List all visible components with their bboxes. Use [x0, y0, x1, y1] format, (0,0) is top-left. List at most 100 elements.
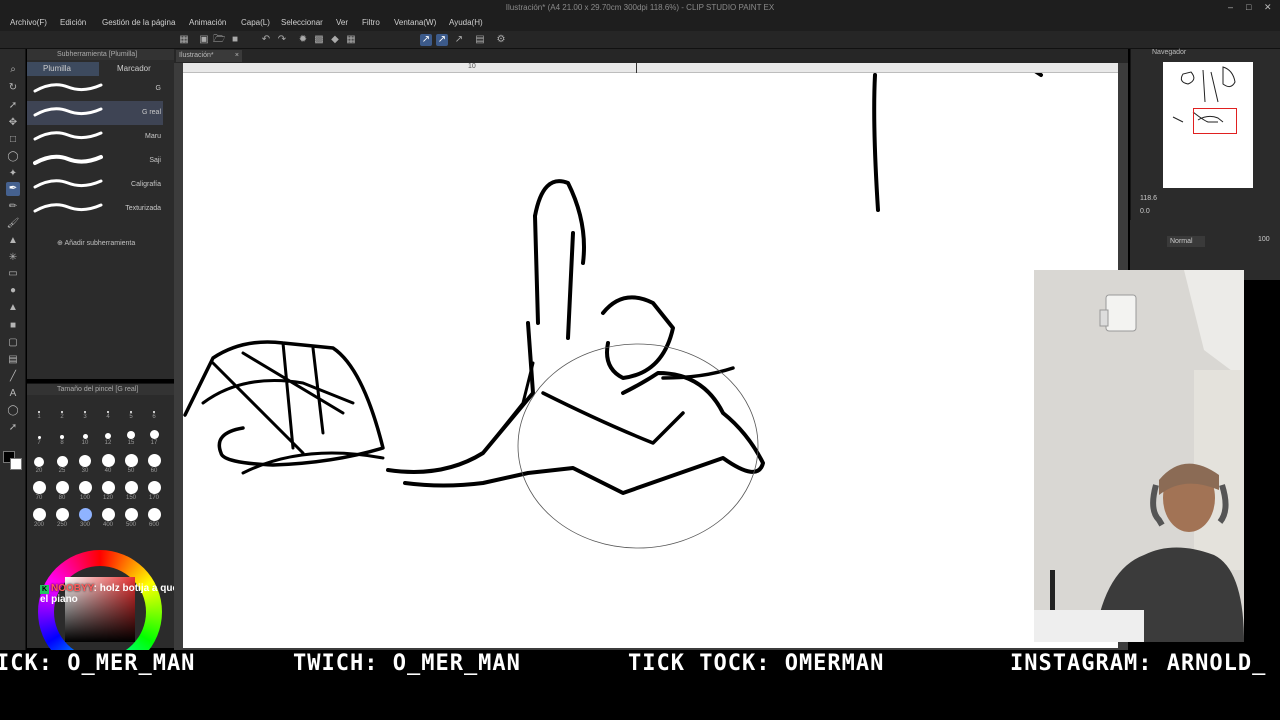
- brush-name: Texturizada: [125, 205, 161, 212]
- blend-mode-select[interactable]: Normal: [1167, 236, 1205, 247]
- fill-tool-icon[interactable]: ▲: [6, 301, 20, 315]
- operation-tool-icon[interactable]: ➚: [6, 99, 20, 113]
- rotation-value[interactable]: 0.0: [1140, 208, 1150, 215]
- brush-size-option[interactable]: 20: [28, 454, 50, 474]
- brush-size-option[interactable]: 7: [28, 426, 50, 446]
- brush-size-option[interactable]: 30: [74, 454, 96, 474]
- brush-size-option[interactable]: 3: [74, 400, 96, 420]
- lasso-tool-icon[interactable]: ◯: [6, 150, 20, 164]
- close-icon[interactable]: ✕: [1264, 2, 1272, 13]
- move-layer-tool-icon[interactable]: ✥: [6, 116, 20, 130]
- add-subtool-button[interactable]: ⊕ Añadir subherramienta: [57, 239, 135, 247]
- brush-size-option[interactable]: 170: [143, 481, 165, 501]
- snap-grid-icon[interactable]: ↗: [453, 34, 465, 46]
- pencil-tool-icon[interactable]: ✏: [6, 200, 20, 214]
- brush-item-caligrafia[interactable]: Caligrafía: [27, 173, 163, 197]
- brush-size-option[interactable]: 15: [120, 426, 142, 446]
- brush-size-option[interactable]: 600: [143, 508, 165, 528]
- tab-plumilla[interactable]: Plumilla: [27, 62, 99, 76]
- brush-size-option[interactable]: 10: [74, 426, 96, 446]
- airbrush-tool-icon[interactable]: ▲: [6, 234, 20, 248]
- minimize-icon[interactable]: –: [1228, 2, 1233, 12]
- selection-tool-icon[interactable]: □: [6, 133, 20, 147]
- menu-filtro[interactable]: Filtro: [362, 18, 380, 27]
- brush-size-option[interactable]: 400: [97, 508, 119, 528]
- redo-icon[interactable]: ↷: [276, 34, 288, 46]
- menu-ver[interactable]: Ver: [336, 18, 348, 27]
- brush-size-option[interactable]: 70: [28, 481, 50, 501]
- brush-size-option[interactable]: 300: [74, 508, 96, 528]
- close-tab-icon[interactable]: ×: [235, 50, 239, 62]
- undo-icon[interactable]: ↶: [260, 34, 272, 46]
- brush-size-option[interactable]: 100: [74, 481, 96, 501]
- zoom-tool-icon[interactable]: ⌕: [6, 63, 20, 77]
- brush-size-option[interactable]: 8: [51, 426, 73, 446]
- pen-tool-icon[interactable]: ✒: [6, 182, 20, 196]
- decoration-tool-icon[interactable]: ✳: [6, 251, 20, 265]
- frame-tool-icon[interactable]: ▤: [6, 353, 20, 367]
- brush-size-option[interactable]: 200: [28, 508, 50, 528]
- brush-size-option[interactable]: 1: [28, 400, 50, 420]
- blend-tool-icon[interactable]: ●: [6, 284, 20, 298]
- brush-size-option[interactable]: 50: [120, 454, 142, 474]
- save-icon[interactable]: ■: [229, 34, 241, 46]
- clear-icon[interactable]: ✹: [297, 34, 309, 46]
- menu-archivo[interactable]: Archivo(F): [10, 18, 47, 27]
- brush-size-option[interactable]: 12: [97, 426, 119, 446]
- maximize-icon[interactable]: □: [1246, 2, 1251, 12]
- snap-ruler-icon[interactable]: ↗: [420, 34, 432, 46]
- brush-tool-icon[interactable]: 🖌: [6, 217, 20, 231]
- magic-wand-tool-icon[interactable]: ✦: [6, 167, 20, 181]
- brush-size-option[interactable]: 60: [143, 454, 165, 474]
- brush-size-option[interactable]: 500: [120, 508, 142, 528]
- brush-item-g[interactable]: G: [27, 77, 163, 101]
- menu-capa[interactable]: Capa(L): [241, 18, 270, 27]
- brush-item-maru[interactable]: Maru: [27, 125, 163, 149]
- text-tool-icon[interactable]: A: [6, 387, 20, 401]
- layer-opacity[interactable]: 100: [1258, 236, 1270, 243]
- tab-marcador[interactable]: Marcador: [101, 62, 173, 76]
- clear-selection-icon[interactable]: ▩: [313, 34, 325, 46]
- navigator-view-frame[interactable]: [1193, 108, 1237, 134]
- menu-ventana[interactable]: Ventana(W): [394, 18, 436, 27]
- sub-color-swatch[interactable]: [10, 458, 22, 470]
- eraser-tool-icon[interactable]: ▭: [6, 267, 20, 281]
- brush-size-option[interactable]: 150: [120, 481, 142, 501]
- window-title: Ilustración* (A4 21.00 x 29.70cm 300dpi …: [505, 3, 775, 12]
- snap-special-ruler-icon[interactable]: ↗: [436, 34, 448, 46]
- new-file-icon[interactable]: ▣: [198, 34, 210, 46]
- ruler-tool-icon[interactable]: ╱: [6, 370, 20, 384]
- menu-edicion[interactable]: Edición: [60, 18, 86, 27]
- settings-icon[interactable]: ⚙: [495, 34, 507, 46]
- menu-seleccionar[interactable]: Seleccionar: [281, 18, 323, 27]
- brush-item-saji[interactable]: Saji: [27, 149, 163, 173]
- brush-size-option[interactable]: 17: [143, 426, 165, 446]
- gradient-tool-icon[interactable]: ■: [6, 319, 20, 333]
- brush-size-option[interactable]: 250: [51, 508, 73, 528]
- zoom-value[interactable]: 118.6: [1140, 195, 1157, 202]
- transform-icon[interactable]: ▦: [345, 34, 357, 46]
- menu-animacion[interactable]: Animación: [189, 18, 226, 27]
- brush-item-texturizada[interactable]: Texturizada: [27, 197, 163, 221]
- brush-size-option[interactable]: 4: [97, 400, 119, 420]
- brush-size-option[interactable]: 2: [51, 400, 73, 420]
- tab-ilustracion[interactable]: Ilustración* ×: [176, 50, 242, 62]
- brush-size-option[interactable]: 5: [120, 400, 142, 420]
- rotate-tool-icon[interactable]: ↻: [6, 81, 20, 95]
- figure-tool-icon[interactable]: ▢: [6, 336, 20, 350]
- balloon-tool-icon[interactable]: ◯: [6, 404, 20, 418]
- drawing-canvas[interactable]: [183, 69, 1118, 648]
- menu-ayuda[interactable]: Ayuda(H): [449, 18, 483, 27]
- brush-size-option[interactable]: 80: [51, 481, 73, 501]
- correct-line-tool-icon[interactable]: ➚: [6, 421, 20, 435]
- brush-item-g-real[interactable]: G real: [27, 101, 163, 125]
- brush-size-option[interactable]: 120: [97, 481, 119, 501]
- brush-size-option[interactable]: 6: [143, 400, 165, 420]
- layer-property-icon[interactable]: ▤: [474, 34, 486, 46]
- grid-icon[interactable]: ▦: [178, 34, 190, 46]
- menu-gestion-pagina[interactable]: Gestión de la página: [102, 18, 175, 27]
- fill-icon[interactable]: ◆: [329, 34, 341, 46]
- brush-size-option[interactable]: 25: [51, 454, 73, 474]
- brush-size-option[interactable]: 40: [97, 454, 119, 474]
- open-folder-icon[interactable]: 🗁: [213, 34, 225, 46]
